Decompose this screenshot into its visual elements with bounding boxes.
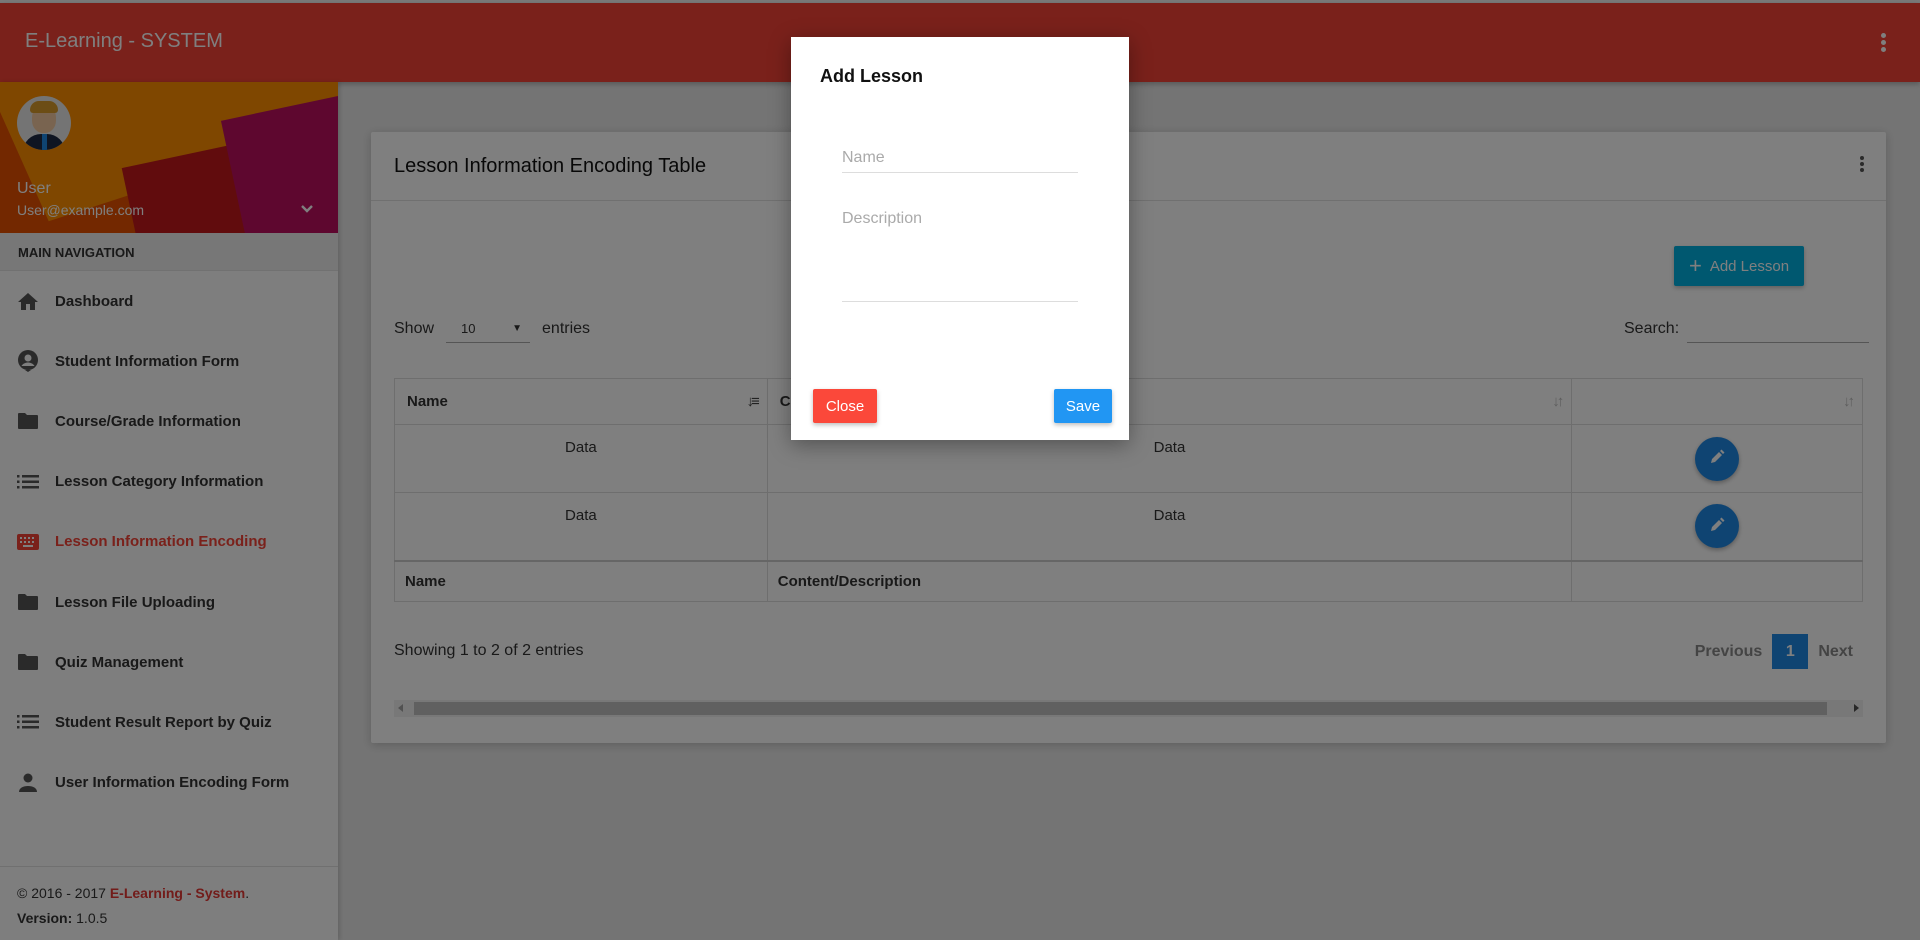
- lesson-description-input[interactable]: [842, 210, 1078, 302]
- close-button[interactable]: Close: [813, 389, 877, 423]
- save-button[interactable]: Save: [1054, 389, 1112, 423]
- modal-title: Add Lesson: [820, 66, 924, 86]
- lesson-name-input[interactable]: [842, 143, 1078, 173]
- add-lesson-modal: Add Lesson Close Save: [791, 37, 1129, 440]
